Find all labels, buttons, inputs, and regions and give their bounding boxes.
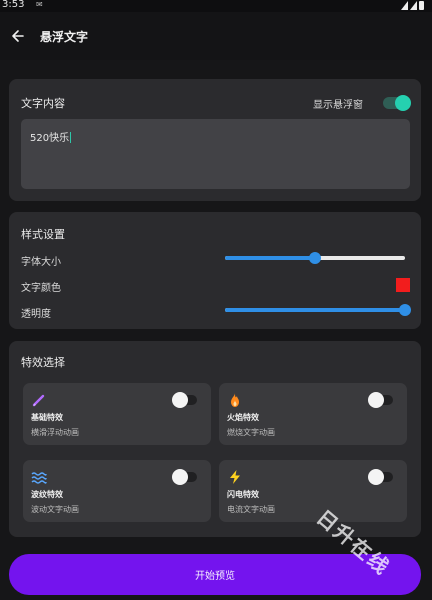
effect-toggle-basic[interactable]: [172, 392, 197, 408]
wave-icon: [31, 472, 47, 484]
status-time: 3:53: [2, 0, 25, 10]
pencil-icon: [32, 394, 45, 407]
style-settings-title: 样式设置: [21, 228, 65, 241]
text-color-swatch[interactable]: [396, 278, 410, 292]
font-size-label: 字体大小: [21, 257, 61, 268]
toggle-knob: [172, 392, 188, 408]
opacity-slider-thumb[interactable]: [399, 304, 411, 316]
effect-item-lightning[interactable]: 闪电特效 电流文字动画: [219, 460, 407, 522]
effect-item-basic[interactable]: 基础特效 横滑浮动动画: [23, 383, 211, 445]
opacity-slider-fill: [225, 308, 405, 312]
app-bar: 悬浮文字: [0, 12, 432, 60]
font-size-slider-thumb[interactable]: [309, 252, 321, 264]
wifi-icon: [410, 1, 417, 10]
show-window-toggle[interactable]: [383, 95, 411, 111]
effect-name: 闪电特效: [227, 490, 259, 499]
page-title: 悬浮文字: [40, 30, 89, 44]
effect-item-wave[interactable]: 波纹特效 波动文字动画: [23, 460, 211, 522]
text-content-card: 文字内容 显示悬浮窗 520快乐: [9, 79, 421, 201]
toggle-knob: [172, 469, 188, 485]
message-icon: ✉: [36, 0, 43, 9]
opacity-slider[interactable]: [225, 304, 411, 316]
toggle-knob: [368, 469, 384, 485]
effect-item-flame[interactable]: 火焰特效 燃烧文字动画: [219, 383, 407, 445]
battery-icon: [419, 1, 424, 10]
font-size-slider-fill: [225, 256, 315, 260]
effect-toggle-wave[interactable]: [172, 469, 197, 485]
effect-desc: 波动文字动画: [31, 505, 79, 514]
style-settings-card: 样式设置 字体大小 文字颜色 透明度: [9, 212, 421, 329]
lightning-icon: [230, 470, 240, 484]
effect-desc: 电流文字动画: [227, 505, 275, 514]
arrow-left-icon[interactable]: [10, 26, 26, 46]
effect-name: 火焰特效: [227, 413, 259, 422]
opacity-label: 透明度: [21, 309, 51, 320]
status-bar: 3:53 ✉: [0, 0, 432, 12]
effect-selection-title: 特效选择: [21, 356, 65, 369]
system-icons: [401, 1, 424, 10]
text-content-title: 文字内容: [21, 97, 65, 110]
font-size-slider[interactable]: [225, 252, 405, 264]
show-window-label: 显示悬浮窗: [313, 100, 363, 111]
text-content-value: 520快乐: [30, 132, 72, 144]
effect-toggle-lightning[interactable]: [368, 469, 393, 485]
effect-name: 基础特效: [31, 413, 63, 422]
effect-desc: 燃烧文字动画: [227, 428, 275, 437]
effect-selection-card: 特效选择 基础特效 横滑浮动动画 火焰特效 燃烧文字动画 波纹特效 波动文字动画: [9, 341, 421, 537]
text-content-input[interactable]: 520快乐: [21, 119, 410, 189]
toggle-knob: [368, 392, 384, 408]
text-color-label: 文字颜色: [21, 283, 61, 294]
flame-icon: [231, 393, 239, 407]
toggle-knob: [395, 95, 411, 111]
effect-desc: 横滑浮动动画: [31, 428, 79, 437]
effect-toggle-flame[interactable]: [368, 392, 393, 408]
signal-icon: [401, 1, 408, 10]
effect-name: 波纹特效: [31, 490, 63, 499]
